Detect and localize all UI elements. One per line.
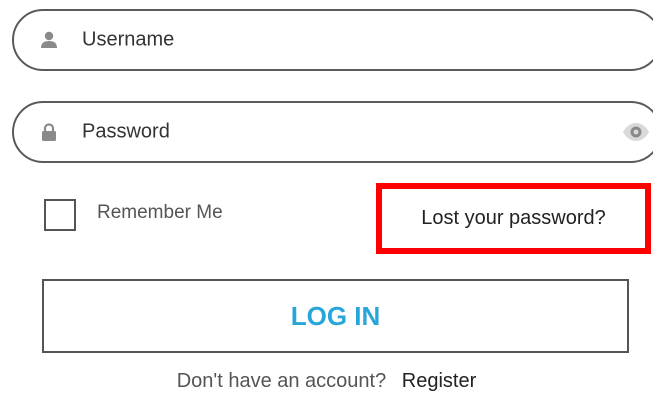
- login-button[interactable]: LOG IN: [42, 279, 629, 353]
- no-account-text: Don't have an account?: [176, 370, 387, 392]
- username-placeholder: Username: [82, 28, 175, 51]
- remember-me-checkbox[interactable]: [44, 199, 76, 231]
- login-screen: Username Password Remember Me Lost your …: [0, 0, 653, 410]
- username-field[interactable]: Username: [12, 9, 653, 71]
- password-field[interactable]: Password: [12, 101, 653, 163]
- remember-me-label[interactable]: Remember Me: [97, 202, 223, 224]
- eye-icon[interactable]: [622, 122, 650, 142]
- lock-icon: [40, 123, 58, 141]
- password-placeholder: Password: [82, 120, 170, 143]
- register-prompt: Don't have an account? Register: [0, 370, 653, 393]
- user-icon: [40, 31, 58, 49]
- lost-password-link[interactable]: Lost your password?: [376, 183, 651, 254]
- register-link[interactable]: Register: [402, 370, 476, 392]
